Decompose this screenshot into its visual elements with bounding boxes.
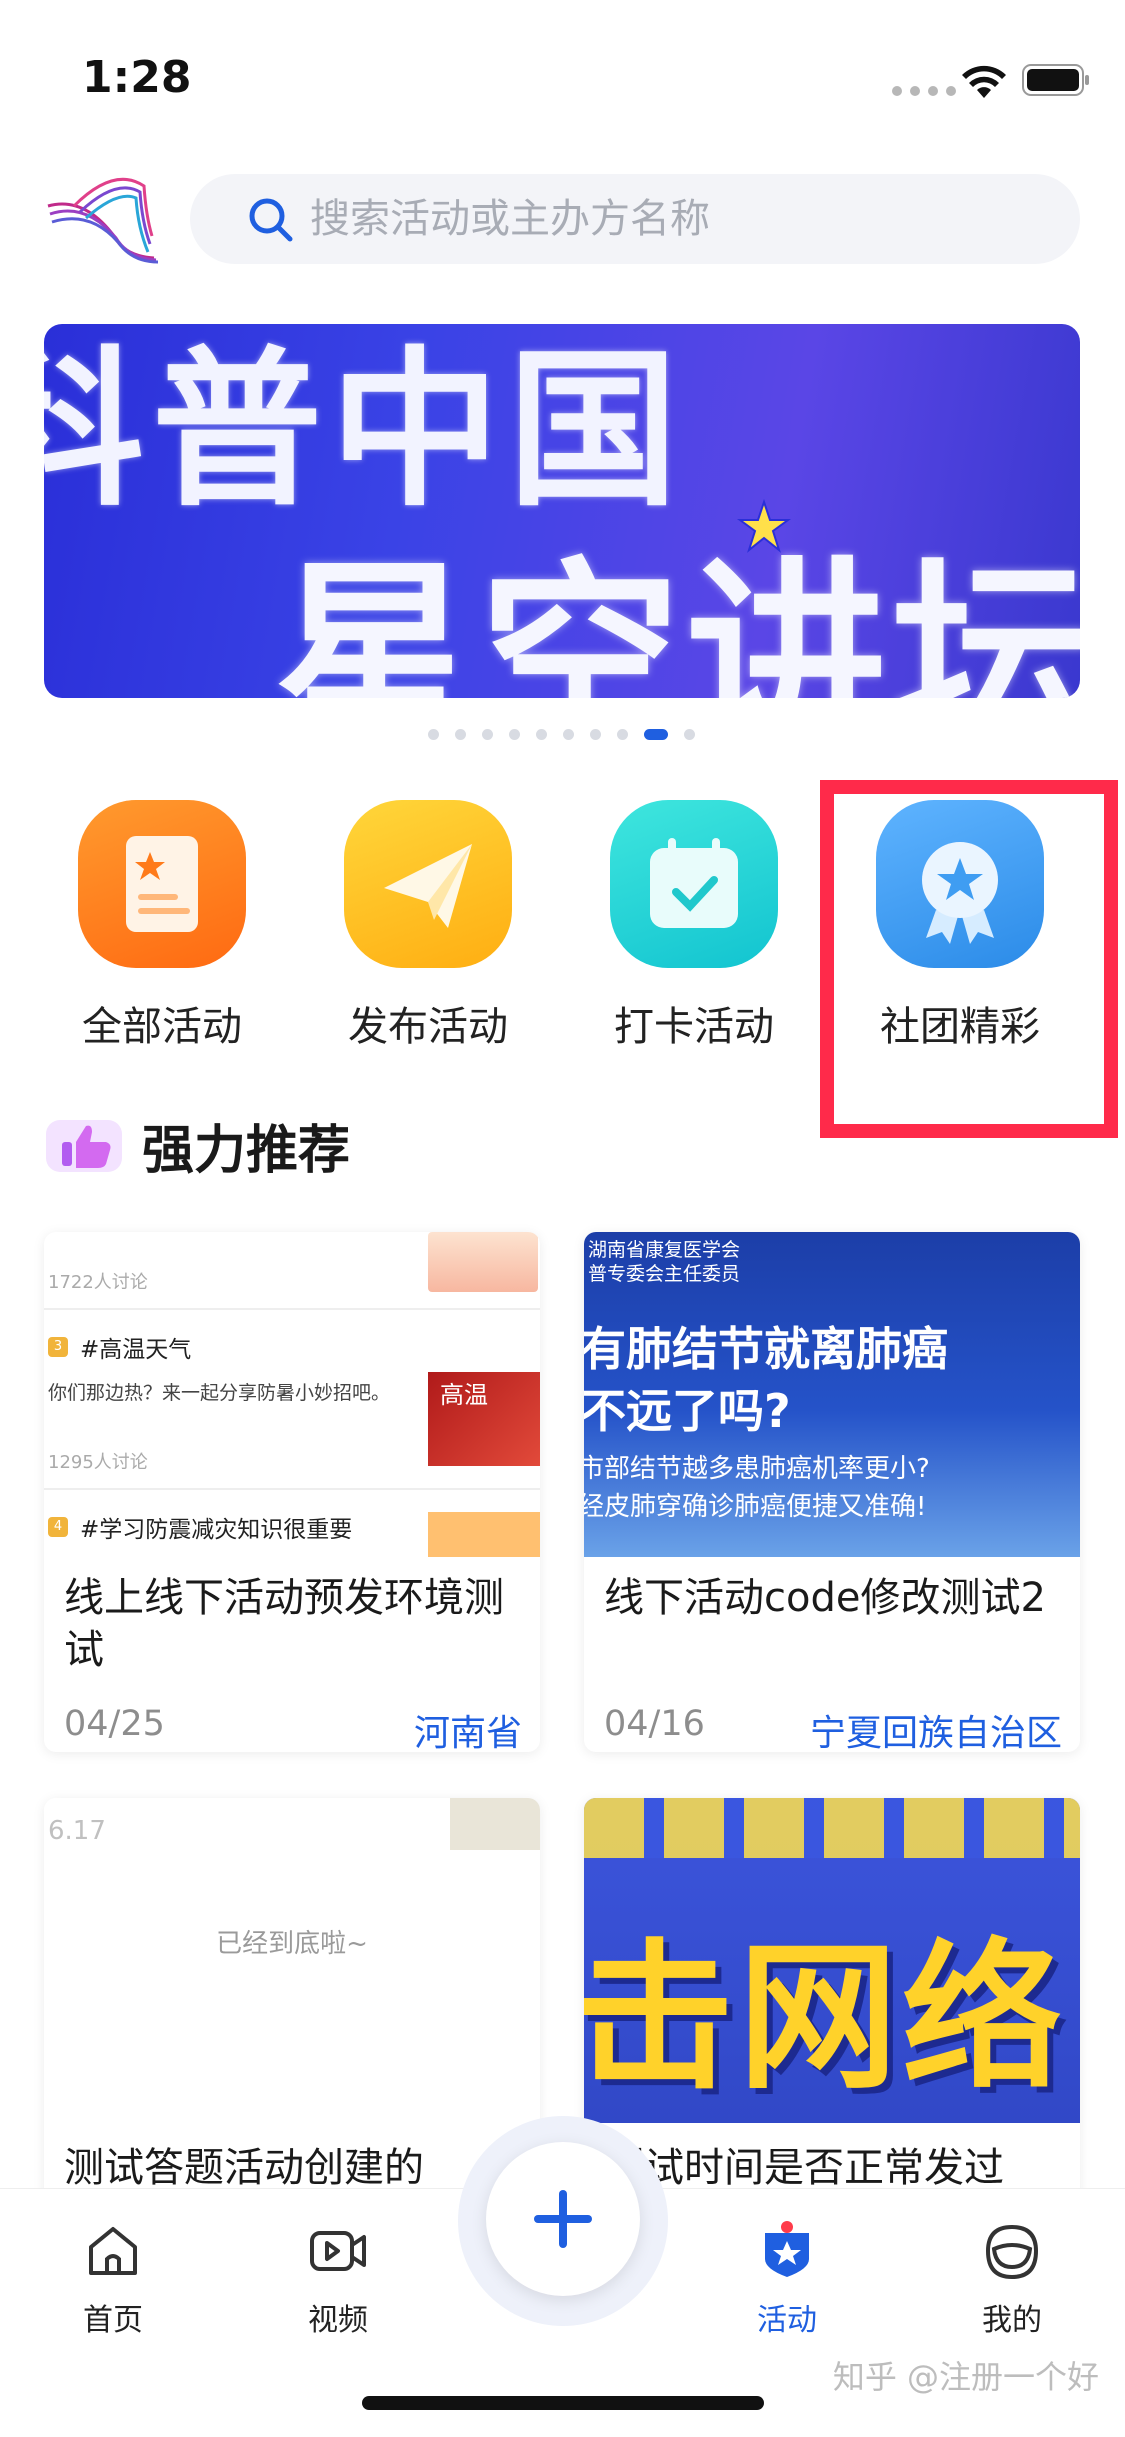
thumbnail-text: 高温 (440, 1381, 488, 1409)
rank-badge: 4 (48, 1517, 68, 1537)
card-title: 线下活动code修改测试2 (604, 1575, 1046, 1621)
battery-icon (1022, 64, 1089, 96)
topic-tag: #学习防震减灾知识很重要 (80, 1517, 353, 1543)
video-icon (310, 2231, 366, 2271)
activity-card[interactable]: 6.17 已经到底啦~ 测试答题活动创建的 (44, 1798, 540, 2218)
tab-label: 活动 (757, 2303, 817, 2338)
carousel-dot-active[interactable] (644, 729, 668, 740)
home-icon (89, 2227, 137, 2275)
document-star-icon (78, 800, 246, 968)
cellular-signal-icon (892, 86, 956, 96)
topic-row: 4 #学习防震减灾知识很重要 (48, 1510, 352, 1544)
tab-activity[interactable]: 活动 (712, 2219, 862, 2339)
end-of-list-text: 已经到底啦~ (216, 1929, 368, 1959)
carousel-dot[interactable] (563, 729, 574, 740)
banner-carousel[interactable]: 科普中国 星空讲坛 (44, 324, 1080, 698)
divider (44, 1308, 540, 1310)
search-input[interactable] (308, 195, 1012, 243)
card-date: 04/16 (604, 1704, 705, 1744)
status-time: 1:28 (82, 52, 192, 103)
card-image: 击网络 (584, 1798, 1080, 2123)
banner-headline-2: 星空讲坛 (274, 541, 1080, 698)
card-location: 河南省 (413, 1713, 522, 1752)
topic-tag: #高温天气 (80, 1337, 192, 1363)
plus-icon (534, 2190, 592, 2248)
quick-action-label: 全部活动 (82, 1004, 242, 1050)
home-indicator (362, 2396, 764, 2410)
tab-home[interactable]: 首页 (38, 2219, 188, 2339)
carousel-dot[interactable] (617, 729, 628, 740)
section-header: 强力推荐 (46, 1108, 350, 1183)
image-headline: 有肺结节就离肺癌 不远了吗? (584, 1322, 948, 1438)
card-location: 宁夏回族自治区 (809, 1713, 1062, 1752)
search-icon (249, 198, 293, 242)
paper-plane-icon (344, 800, 512, 968)
image-caption: 湖南省康复医学会 普专委会主任委员 (588, 1239, 741, 1285)
thumbnail (450, 1798, 540, 1850)
thumbnail (428, 1232, 538, 1292)
card-image: 湖南省康复医学会 普专委会主任委员 有肺结节就离肺癌 不远了吗? 市部结节越多患… (584, 1232, 1080, 1557)
tab-profile[interactable]: 我的 (937, 2219, 1087, 2339)
quick-action-checkin[interactable]: 打卡活动 (594, 800, 794, 1052)
carousel-dot[interactable] (455, 729, 466, 740)
card-title: 测试时间是否正常发过 (604, 2145, 1004, 2191)
card-image: 6.17 已经到底啦~ (44, 1798, 540, 2123)
calendar-check-icon (610, 800, 778, 968)
card-title: 线上线下活动预发环境测试 (64, 1575, 504, 1673)
image-subtext: 市部结节越多患肺癌机率更小? 经皮肺穿确诊肺癌便捷又准确! (584, 1454, 930, 1522)
section-title: 强力推荐 (142, 1121, 351, 1181)
tab-label: 我的 (982, 2303, 1042, 2338)
carousel-dot[interactable] (684, 729, 695, 740)
tab-label: 视频 (308, 2303, 368, 2338)
thumbnail (428, 1512, 540, 1557)
activity-badge-icon (765, 2221, 809, 2277)
quick-action-label: 打卡活动 (614, 1004, 774, 1050)
image-decoration (584, 1798, 1080, 1858)
highlight-annotation-box (820, 780, 1118, 1138)
app-logo (47, 177, 159, 264)
star-icon (736, 498, 792, 553)
tab-video[interactable]: 视频 (263, 2219, 413, 2339)
thumbnail: 高温 (428, 1372, 540, 1466)
watermark: 知乎 @注册一个好 (832, 2358, 1099, 2396)
topic-description: 你们那边热？来一起分享防暑小妙招吧。 (48, 1382, 391, 1404)
status-bar: 1:28 (0, 0, 1125, 150)
quick-action-all-activities[interactable]: 全部活动 (62, 800, 262, 1052)
rank-badge: 3 (48, 1337, 68, 1357)
create-activity-button[interactable] (486, 2142, 640, 2296)
carousel-dot[interactable] (536, 729, 547, 740)
card-image: 1722人讨论 3 #高温天气 你们那边热？来一起分享防暑小妙招吧。 高温 12… (44, 1232, 540, 1557)
image-date: 6.17 (48, 1816, 106, 1846)
activity-card[interactable]: 湖南省康复医学会 普专委会主任委员 有肺结节就离肺癌 不远了吗? 市部结节越多患… (584, 1232, 1080, 1752)
quick-action-publish[interactable]: 发布活动 (328, 800, 528, 1052)
activity-card[interactable]: 击网络 测试时间是否正常发过 (584, 1798, 1080, 2218)
profile-icon (985, 2224, 1039, 2280)
carousel-indicator (428, 729, 695, 740)
topic-row: 3 #高温天气 (48, 1330, 191, 1364)
wifi-icon (962, 65, 1006, 98)
tab-label: 首页 (83, 2303, 143, 2338)
discussion-count: 1295人讨论 (48, 1452, 148, 1473)
divider (44, 1488, 540, 1490)
carousel-dot[interactable] (509, 729, 520, 740)
carousel-dot[interactable] (590, 729, 601, 740)
card-date: 04/25 (64, 1704, 165, 1744)
carousel-dot[interactable] (482, 729, 493, 740)
card-title: 测试答题活动创建的 (64, 2145, 424, 2191)
search-bar[interactable] (190, 174, 1080, 264)
quick-action-label: 发布活动 (348, 1004, 508, 1050)
discussion-count: 1722人讨论 (48, 1272, 148, 1293)
thumbs-up-icon (46, 1119, 122, 1172)
activity-card[interactable]: 1722人讨论 3 #高温天气 你们那边热？来一起分享防暑小妙招吧。 高温 12… (44, 1232, 540, 1752)
image-text: 击网络 (584, 1924, 1067, 2111)
carousel-dot[interactable] (428, 729, 439, 740)
